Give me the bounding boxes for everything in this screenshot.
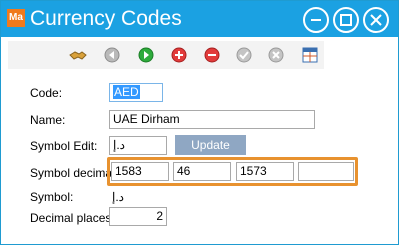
remove-icon	[204, 47, 220, 63]
confirm-icon	[236, 47, 252, 63]
decimal-places-input[interactable]: 2	[109, 207, 167, 226]
currency-codes-window: Ma Currency Codes Code: AED Name: UAE Di…	[0, 0, 399, 245]
forward-icon	[138, 47, 154, 63]
window-title: Currency Codes	[30, 7, 182, 30]
confirm-button[interactable]	[234, 45, 254, 65]
handshake-button[interactable]	[68, 45, 88, 65]
close-icon	[370, 14, 382, 26]
symbol-decimal-label: Symbol decimal:	[30, 166, 119, 180]
back-icon	[104, 47, 120, 63]
code-input[interactable]: AED	[109, 83, 163, 102]
add-icon	[171, 47, 187, 63]
toolbar	[8, 41, 324, 69]
name-input[interactable]: UAE Dirham	[109, 110, 315, 129]
app-logo: Ma	[7, 9, 25, 27]
symbol-value: د.إ	[112, 190, 125, 204]
symbol-edit-input[interactable]: د.إ	[109, 136, 167, 155]
maximize-icon	[340, 14, 352, 26]
cancel-button[interactable]	[266, 45, 286, 65]
symbol-decimal-input-1[interactable]: 1583	[111, 162, 169, 181]
code-label: Code:	[30, 86, 63, 100]
code-value: AED	[113, 85, 140, 99]
cancel-icon	[268, 47, 284, 63]
minimize-icon	[311, 19, 321, 21]
handshake-icon	[69, 51, 87, 60]
close-button[interactable]	[363, 7, 389, 33]
minimize-button[interactable]	[303, 7, 329, 33]
symbol-decimal-input-4[interactable]	[298, 162, 354, 181]
symbol-decimal-input-2[interactable]: 46	[173, 162, 231, 181]
symbol-edit-label: Symbol Edit:	[30, 139, 98, 153]
maximize-button[interactable]	[333, 7, 359, 33]
decimal-places-label: Decimal places:	[30, 211, 115, 225]
table-button[interactable]	[300, 45, 320, 65]
table-icon	[302, 47, 318, 63]
symbol-label: Symbol:	[30, 190, 74, 204]
back-button[interactable]	[102, 45, 122, 65]
remove-button[interactable]	[202, 45, 222, 65]
title-bar[interactable]: Ma Currency Codes	[1, 1, 398, 37]
update-button[interactable]: Update	[175, 135, 246, 155]
forward-button[interactable]	[136, 45, 156, 65]
add-button[interactable]	[169, 45, 189, 65]
symbol-decimal-input-3[interactable]: 1573	[236, 162, 294, 181]
name-label: Name:	[30, 113, 66, 127]
